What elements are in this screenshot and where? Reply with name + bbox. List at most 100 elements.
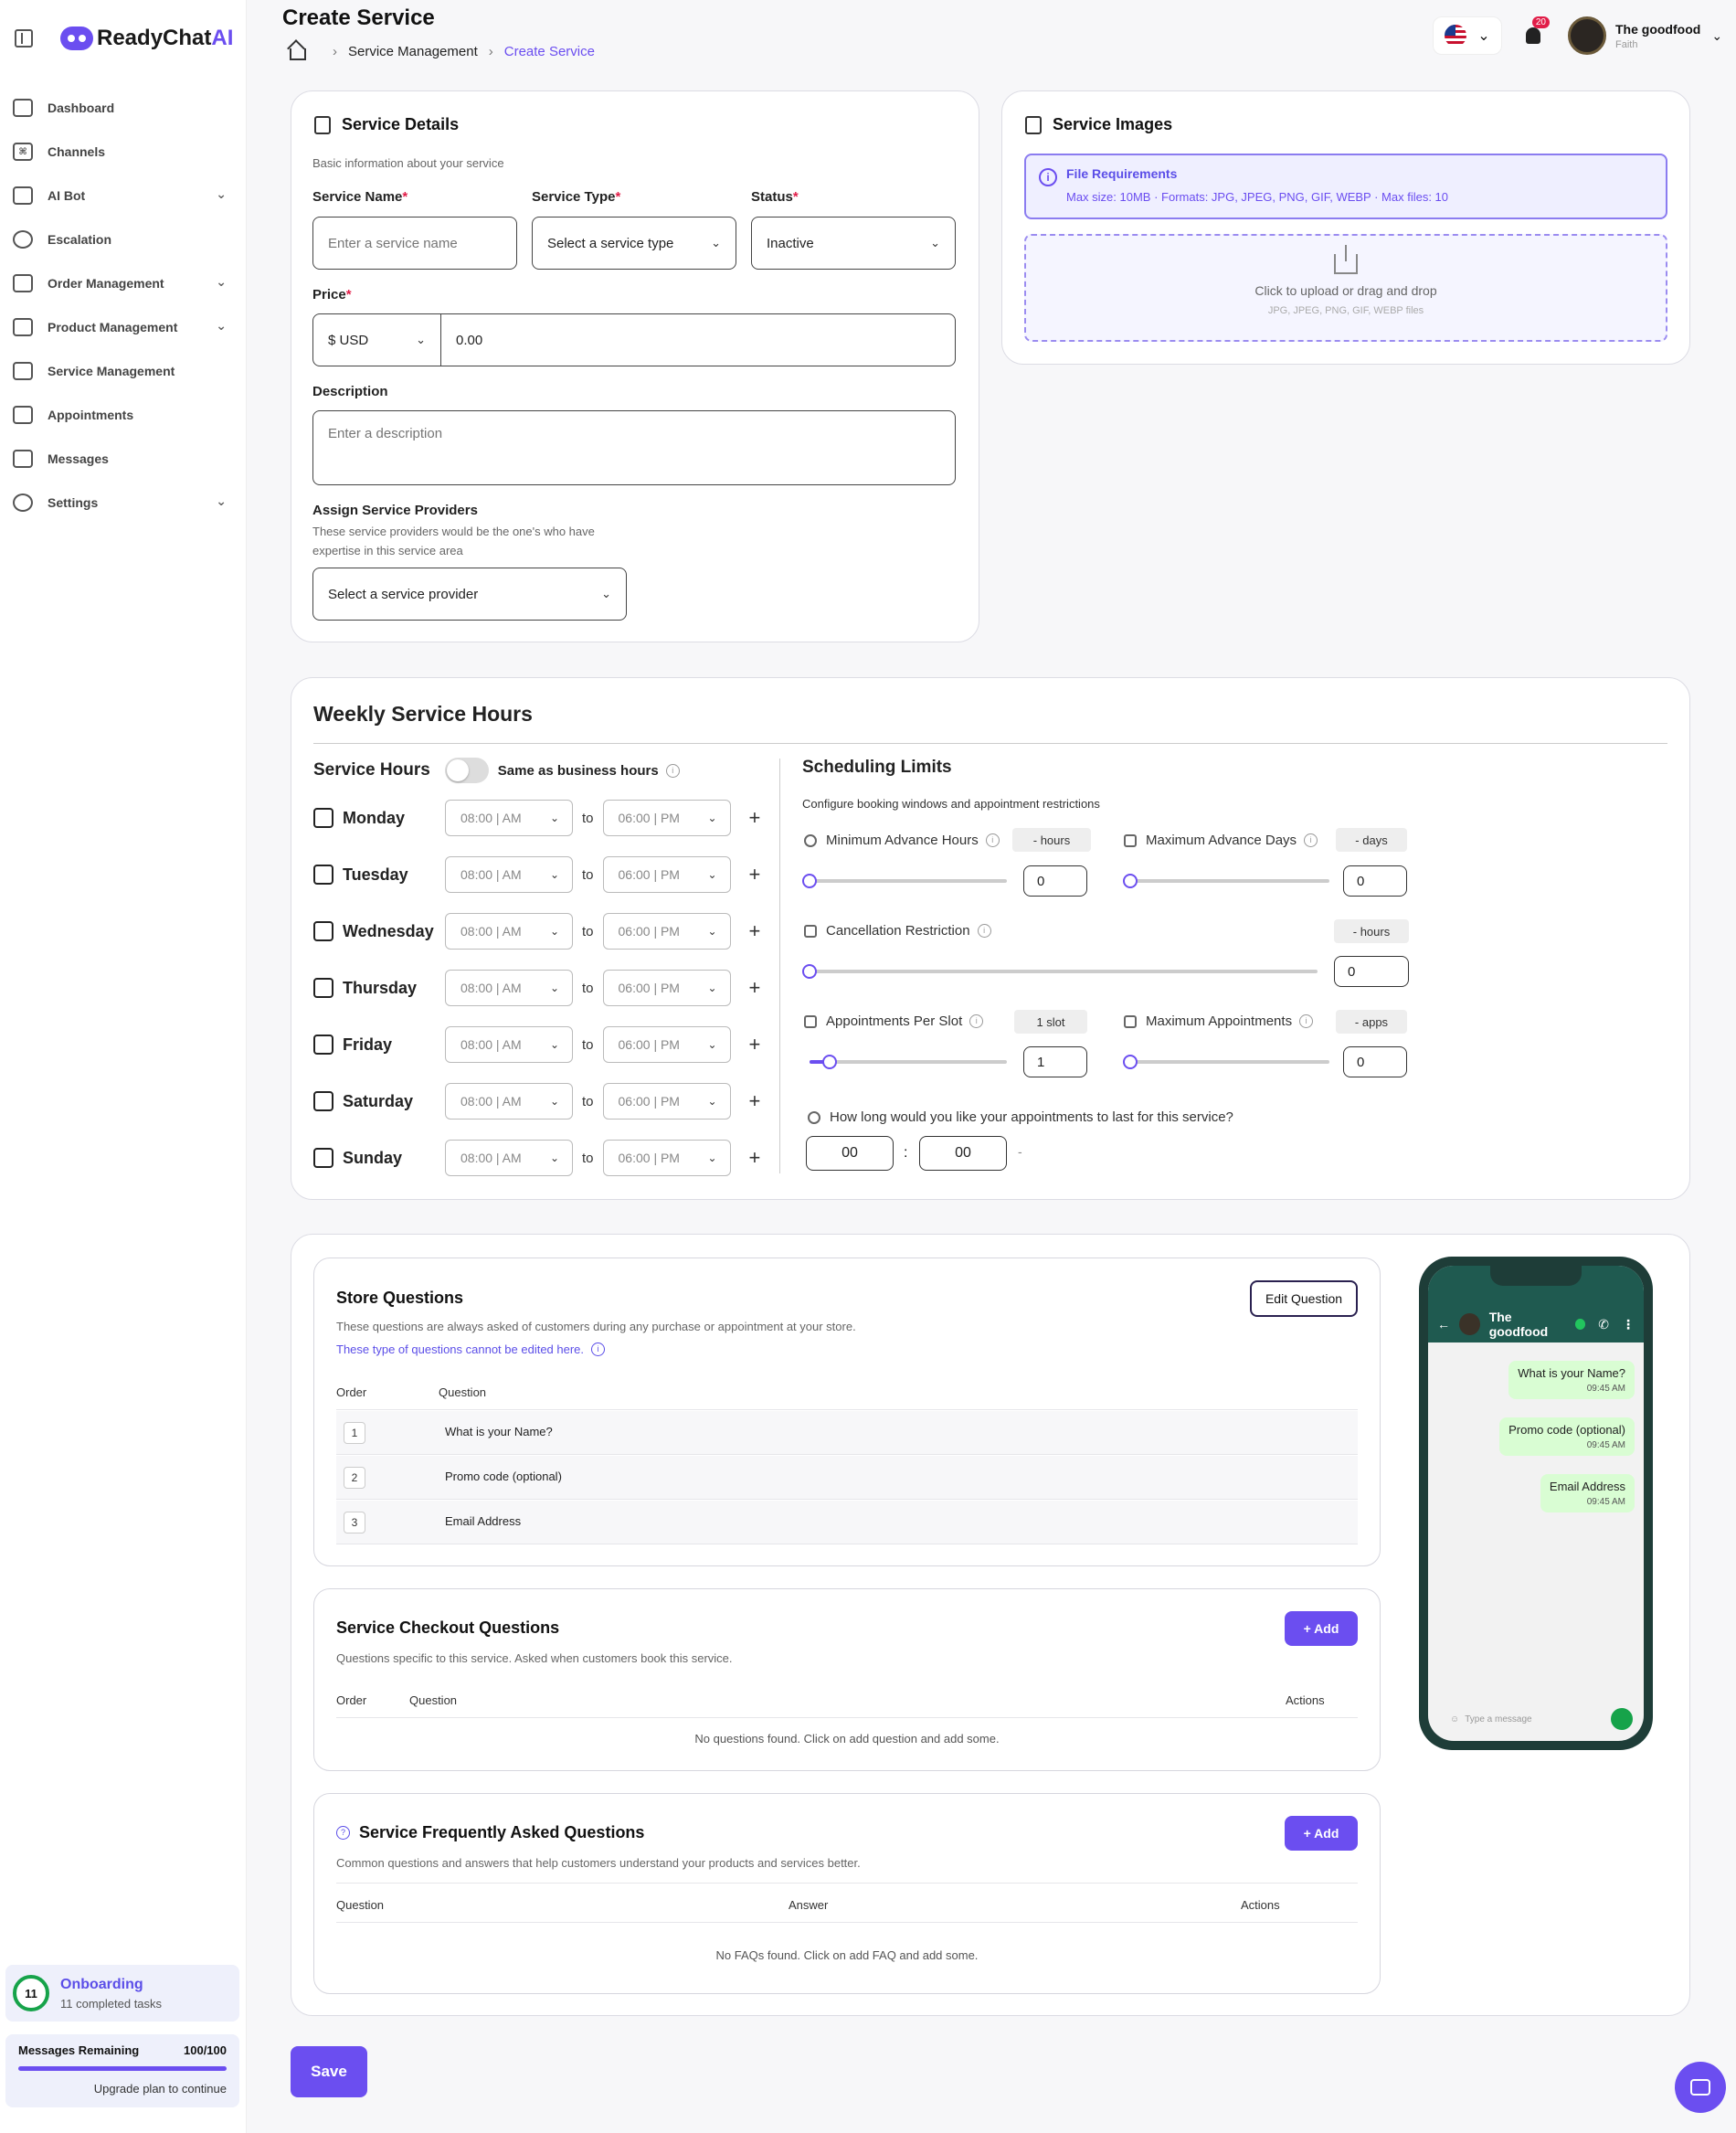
- max-appointments-input[interactable]: 0: [1343, 1046, 1407, 1077]
- day-checkbox[interactable]: [313, 865, 333, 885]
- save-button[interactable]: Save: [291, 2046, 367, 2097]
- add-time-icon[interactable]: +: [749, 976, 761, 1000]
- min-advance-input[interactable]: 0: [1023, 865, 1087, 897]
- support-chat-button[interactable]: [1675, 2062, 1726, 2113]
- more-icon[interactable]: ⋮: [1622, 1317, 1635, 1332]
- sidebar-item-appointments[interactable]: Appointments: [0, 393, 247, 437]
- currency-select[interactable]: $ USD ⌄: [313, 314, 441, 366]
- start-time-select[interactable]: 08:00 | AM ⌄: [445, 1083, 573, 1120]
- providers-label: Assign Service Providers: [312, 503, 478, 518]
- status-select[interactable]: Inactive ⌄: [751, 217, 956, 270]
- messages-remaining-card: Messages Remaining 100/100 Upgrade plan t…: [5, 2034, 239, 2107]
- end-time-select[interactable]: 06:00 | PM ⌄: [602, 856, 731, 893]
- sidebar-item-ai-bot[interactable]: AI Bot ⌄: [0, 174, 247, 218]
- add-time-icon[interactable]: +: [749, 1033, 761, 1056]
- add-time-icon[interactable]: +: [749, 919, 761, 943]
- bot-icon: [13, 186, 33, 205]
- sidebar-collapse-icon[interactable]: [15, 29, 33, 48]
- per-slot-input[interactable]: 1: [1023, 1046, 1087, 1077]
- chevron-down-icon: ⌄: [707, 1151, 717, 1164]
- add-faq-button[interactable]: + Add: [1285, 1816, 1358, 1851]
- slider-knob[interactable]: [1123, 874, 1138, 888]
- sidebar-item-channels[interactable]: ⌘ Channels: [0, 130, 247, 174]
- edit-question-button[interactable]: Edit Question: [1250, 1280, 1358, 1317]
- breadcrumb-service-management[interactable]: Service Management: [348, 44, 478, 59]
- day-row-saturday: Saturday 08:00 | AM ⌄ to 06:00 | PM ⌄ +: [313, 1083, 770, 1120]
- slider-knob[interactable]: [821, 1055, 837, 1069]
- end-time-select[interactable]: 06:00 | PM ⌄: [602, 1083, 731, 1120]
- sidebar-item-service-management[interactable]: Service Management: [0, 349, 247, 393]
- duration-minutes-input[interactable]: 00: [919, 1136, 1007, 1171]
- cancellation-input[interactable]: 0: [1334, 956, 1409, 987]
- same-as-business-toggle[interactable]: [444, 758, 489, 783]
- end-time-select[interactable]: 06:00 | PM ⌄: [602, 800, 731, 836]
- service-provider-select[interactable]: Select a service provider ⌄: [312, 568, 627, 621]
- sidebar-item-dashboard[interactable]: Dashboard: [0, 86, 247, 130]
- phone-call-icon[interactable]: ✆: [1598, 1317, 1609, 1332]
- user-menu[interactable]: The goodfood Faith ⌄: [1568, 16, 1722, 55]
- back-arrow-icon[interactable]: ←: [1437, 1317, 1450, 1332]
- onboarding-card[interactable]: 11 Onboarding 11 completed tasks: [5, 1965, 239, 2022]
- table-row: 2 Promo code (optional): [336, 1456, 1358, 1500]
- max-advance-slider[interactable]: [1123, 874, 1329, 888]
- min-advance-slider[interactable]: [802, 874, 1007, 888]
- service-name-input[interactable]: [312, 217, 517, 270]
- faq-title: ? Service Frequently Asked Questions: [336, 1823, 644, 1842]
- sidebar-item-messages[interactable]: Messages: [0, 437, 247, 481]
- slider-knob[interactable]: [802, 964, 817, 979]
- day-checkbox[interactable]: [313, 921, 333, 941]
- sidebar-item-product-management[interactable]: Product Management ⌄: [0, 305, 247, 349]
- chat-bubble-text: Email Address: [1549, 1480, 1625, 1493]
- chevron-down-icon: ⌄: [707, 925, 717, 938]
- cancellation-slider[interactable]: [802, 964, 1318, 979]
- end-time-select[interactable]: 06:00 | PM ⌄: [602, 1140, 731, 1176]
- image-dropzone[interactable]: Click to upload or drag and drop JPG, JP…: [1024, 234, 1667, 342]
- start-time-select[interactable]: 08:00 | AM ⌄: [445, 856, 573, 893]
- start-time-select[interactable]: 08:00 | AM ⌄: [445, 1140, 573, 1176]
- home-icon[interactable]: [287, 42, 307, 60]
- breadcrumb-separator: ›: [333, 43, 337, 59]
- day-checkbox[interactable]: [313, 1148, 333, 1168]
- per-slot-slider[interactable]: [810, 1055, 1007, 1069]
- max-appointments-slider[interactable]: [1123, 1055, 1329, 1069]
- end-time-select[interactable]: 06:00 | PM ⌄: [602, 1026, 731, 1063]
- price-input[interactable]: 0.00: [441, 333, 482, 348]
- add-time-icon[interactable]: +: [749, 806, 761, 830]
- add-time-icon[interactable]: +: [749, 1146, 761, 1170]
- max-advance-label-text: Maximum Advance Days: [1146, 833, 1297, 848]
- logo[interactable]: ReadyChatAI: [97, 26, 233, 51]
- service-type-select[interactable]: Select a service type ⌄: [532, 217, 736, 270]
- notifications-button[interactable]: 20: [1515, 16, 1551, 55]
- upgrade-link[interactable]: Upgrade plan to continue: [18, 2082, 227, 2096]
- day-checkbox[interactable]: [313, 1091, 333, 1111]
- end-time-select[interactable]: 06:00 | PM ⌄: [602, 913, 731, 950]
- start-time-select[interactable]: 08:00 | AM ⌄: [445, 800, 573, 836]
- providers-help-1: These service providers would be the one…: [312, 525, 595, 538]
- day-checkbox[interactable]: [313, 1035, 333, 1055]
- sidebar-item-settings[interactable]: Settings ⌄: [0, 481, 247, 525]
- slider-knob[interactable]: [1123, 1055, 1138, 1069]
- microphone-icon[interactable]: [1611, 1708, 1633, 1730]
- per-slot-pill: 1 slot: [1014, 1010, 1087, 1034]
- add-time-icon[interactable]: +: [749, 1089, 761, 1113]
- day-checkbox[interactable]: [313, 808, 333, 828]
- chat-message-input[interactable]: ☺ Type a message: [1437, 1708, 1616, 1730]
- max-advance-input[interactable]: 0: [1343, 865, 1407, 897]
- day-checkbox[interactable]: [313, 978, 333, 998]
- store-questions-note: These type of questions cannot be edited…: [336, 1342, 606, 1356]
- order-number: 2: [344, 1467, 365, 1489]
- slider-knob[interactable]: [802, 874, 817, 888]
- add-checkout-question-button[interactable]: + Add: [1285, 1611, 1358, 1646]
- start-time-select[interactable]: 08:00 | AM ⌄: [445, 1026, 573, 1063]
- start-time-select[interactable]: 08:00 | AM ⌄: [445, 970, 573, 1006]
- end-time-select[interactable]: 06:00 | PM ⌄: [602, 970, 731, 1006]
- language-selector[interactable]: ⌄: [1433, 16, 1502, 55]
- day-name: Friday: [343, 1035, 393, 1054]
- sidebar-item-order-management[interactable]: Order Management ⌄: [0, 261, 247, 305]
- day-row-monday: Monday 08:00 | AM ⌄ to 06:00 | PM ⌄ +: [313, 800, 770, 836]
- description-input[interactable]: [312, 410, 956, 485]
- sidebar-item-escalation[interactable]: Escalation: [0, 218, 247, 261]
- duration-hours-input[interactable]: 00: [806, 1136, 894, 1171]
- start-time-select[interactable]: 08:00 | AM ⌄: [445, 913, 573, 950]
- add-time-icon[interactable]: +: [749, 863, 761, 886]
